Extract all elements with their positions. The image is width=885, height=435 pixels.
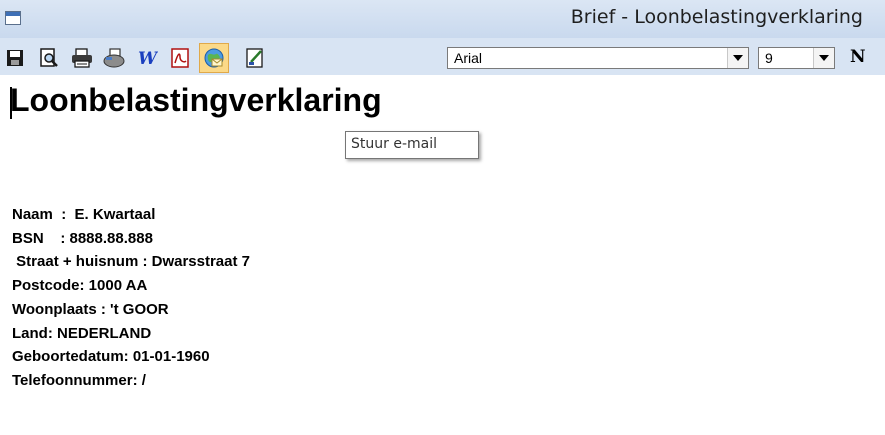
pdf-button[interactable] [169,47,191,69]
font-size-value: 9 [765,50,773,66]
save-icon [7,50,23,66]
size-dropdown-arrow-icon[interactable] [813,48,834,68]
field-land: Land: NEDERLAND [12,324,152,342]
printer-icon [72,48,92,68]
window-title: Brief - Loonbelastingverklaring [570,6,863,28]
print-button[interactable] [71,47,93,69]
font-name-select[interactable]: Arial [447,47,749,69]
word-icon: W [138,49,158,68]
tooltip: Stuur e-mail [345,131,479,159]
app-icon[interactable] [5,11,21,25]
document-heading[interactable]: Loonbelastingverklaring [10,82,382,119]
field-postcode: Postcode: 1000 AA [12,277,148,295]
field-bsn: BSN : 8888.88.888 [12,229,153,247]
pdf-icon [171,48,189,68]
toolbar: W Arial 9 N [0,38,885,75]
field-woonplaats: Woonplaats : 't GOOR [12,300,169,318]
field-geboortedatum: Geboortedatum: 01-01-1960 [12,348,210,366]
field-naam: Naam : E. Kwartaal [12,206,156,223]
save-button[interactable] [4,47,26,69]
field-telefoonnummer: Telefoonnummer: / [12,371,146,389]
font-size-select[interactable]: 9 [758,47,835,69]
print-preview-icon [40,48,58,67]
svg-text:W: W [138,49,158,68]
fax-icon [103,48,125,68]
fax-button[interactable] [103,47,125,69]
field-straat: Straat + huisnum : Dwarsstraat 7 [12,253,250,271]
bold-button[interactable]: N [850,47,866,67]
document-body[interactable]: Naam : E. Kwartaal BSN : 8888.88.888 Str… [12,203,250,393]
edit-document-icon [246,48,263,68]
font-name-value: Arial [454,50,483,66]
font-dropdown-arrow-icon[interactable] [727,48,748,68]
word-button[interactable]: W [136,47,158,69]
tooltip-text: Stuur e-mail [351,136,437,152]
email-globe-icon [204,48,224,68]
edit-document-button[interactable] [244,47,266,69]
print-preview-button[interactable] [38,47,60,69]
title-bar: Brief - Loonbelastingverklaring [0,0,885,38]
send-email-button[interactable] [199,43,229,73]
